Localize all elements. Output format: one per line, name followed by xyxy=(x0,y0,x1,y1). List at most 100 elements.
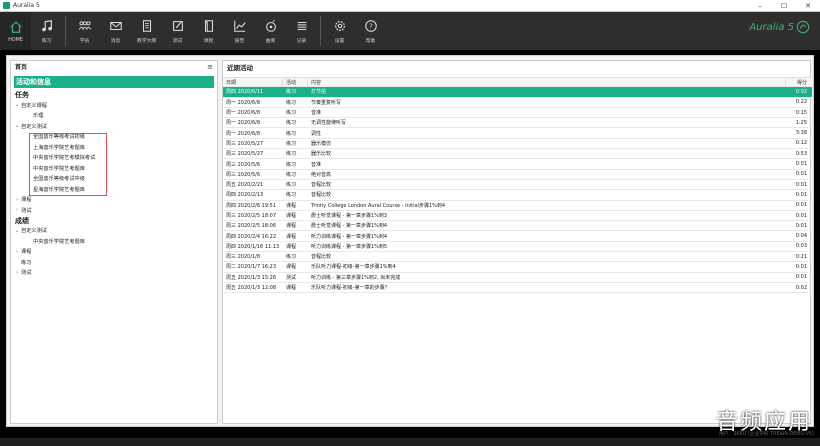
table-row[interactable]: 周三 2020/2/5 18:07 课程 爵士听觉课程 - 第一章步骤1%到3 0:0… xyxy=(223,211,812,222)
cell-score: 1:25 xyxy=(795,119,807,126)
tree-item[interactable]: › 课程 xyxy=(11,247,217,258)
toolbar-separator xyxy=(65,16,66,46)
column-activity-header[interactable]: 活动 xyxy=(283,78,308,86)
tree-item[interactable]: › 测试 xyxy=(11,268,217,279)
cell-score: 0:01 xyxy=(795,274,807,281)
toolbar-settings[interactable]: 设置 xyxy=(324,12,355,50)
results-heading: 成绩 xyxy=(15,216,29,225)
window-title: Auralia 5 xyxy=(13,2,40,9)
cell-score: 0:01 xyxy=(795,171,807,178)
tree-toggle-icon[interactable]: › xyxy=(13,197,21,203)
mail-icon xyxy=(109,21,122,30)
cell-activity: 练习 xyxy=(286,99,297,106)
table-row[interactable]: 周三 2020/2/5 18:06 课程 爵士听觉课程 - 第一章步骤1%到4 0:0… xyxy=(223,221,812,232)
panel-menu-icon[interactable]: ≡ xyxy=(207,63,213,71)
cell-score: 0:21 xyxy=(795,253,807,260)
table-row[interactable]: 周四 2020/2/13 练习 音程比较 0:01 xyxy=(223,190,812,201)
tree-item[interactable]: › 课程 xyxy=(11,195,217,206)
tree-item[interactable]: ⌄ 自定义课程 xyxy=(11,100,217,111)
table-row[interactable]: 周四 2020/6/11 练习 打节拍 0:02 xyxy=(223,87,812,98)
tree-toggle-icon[interactable]: › xyxy=(13,207,21,213)
results-tree: ⌄ 自定义测试 中央音乐学院艺考题库 › 课程 练习 › 测试 xyxy=(11,226,217,279)
cell-activity: 练习 xyxy=(286,140,297,147)
tree-toggle-icon[interactable]: ⌄ xyxy=(13,123,21,129)
recent-activity-panel: 近期活动 日期 活动 内容 得分 周四 2020/6/11 练习 打节拍 0:02 周一… xyxy=(222,60,812,424)
maximize-button[interactable]: ☐ xyxy=(772,0,796,12)
cell-date: 周三 2020/5/27 xyxy=(226,140,264,147)
column-score-header[interactable]: 得分 xyxy=(786,79,810,86)
tree-toggle-icon[interactable]: › xyxy=(13,270,21,276)
table-row[interactable]: 周三 2020/5/27 练习 器乐比较 0:53 xyxy=(223,149,812,160)
tree-item[interactable]: ⌄ 自定义测试 xyxy=(11,226,217,237)
toolbar-messages[interactable]: 消息 xyxy=(100,12,131,50)
table-row[interactable]: 周一 2020/6/8 练习 无调性旋律听写 1:25 xyxy=(223,118,812,129)
table-row[interactable]: 周五 2020/1/3 15:26 测试 听力训练 - 第三章步骤1%到2, 尚未完… xyxy=(223,273,812,283)
toolbar-course[interactable]: 课程 xyxy=(193,12,224,50)
toolbar-records[interactable]: 记录 xyxy=(286,12,317,50)
cell-date: 周五 2020/1/3 12:08 xyxy=(226,285,277,292)
test-icon xyxy=(172,20,183,31)
tree-item-label: 练习 xyxy=(21,259,32,266)
toolbar-test[interactable]: 测试 xyxy=(162,12,193,50)
cell-content: 听力训练 - 第三章步骤1%到2, 尚未完成 xyxy=(311,274,401,281)
toolbar-students[interactable]: 学员 xyxy=(69,12,100,50)
cell-date: 周二 2020/1/7 16:23 xyxy=(226,264,277,271)
tree-item[interactable]: ⌄ 自定义测试 xyxy=(11,121,217,132)
tree-item[interactable]: › 测试 xyxy=(11,205,217,216)
minimize-button[interactable]: – xyxy=(748,0,772,12)
toolbar-home[interactable]: HOME xyxy=(0,12,31,50)
table-row[interactable]: 周三 2020/5/6 练习 绝对音高 0:01 xyxy=(223,170,812,180)
home-icon xyxy=(9,20,22,33)
toolbar-report[interactable]: 报告 xyxy=(224,12,255,50)
cell-score: 0:01 xyxy=(795,212,807,219)
activity-table: 日期 活动 内容 得分 周四 2020/6/11 练习 打节拍 0:02 周一 2020… xyxy=(223,77,812,424)
table-row[interactable]: 周四 2020/2/6 19:51 课程 Trinity College Londo… xyxy=(223,201,812,211)
table-row[interactable]: 周一 2020/6/8 练习 调性 3:38 xyxy=(223,128,812,139)
cell-content: 打节拍 xyxy=(311,89,327,96)
table-header: 日期 活动 内容 得分 xyxy=(223,77,812,88)
toolbar-help[interactable]: ? 帮助 xyxy=(355,12,386,50)
cell-date: 周四 2020/2/6 19:51 xyxy=(226,202,277,209)
cell-activity: 课程 xyxy=(286,285,297,292)
recent-activity-title: 近期活动 xyxy=(227,63,253,72)
table-row[interactable]: 周一 2020/6/8 练习 音准 0:15 xyxy=(223,108,812,119)
tree-toggle-icon[interactable]: › xyxy=(13,249,21,255)
activity-info-item[interactable]: 活动和信息 xyxy=(14,76,214,88)
tree-item[interactable]: 练习 xyxy=(11,257,217,268)
toolbar-practice[interactable]: 练习 xyxy=(31,12,62,50)
cell-date: 周三 2020/2/5 18:06 xyxy=(226,223,277,230)
cell-activity: 练习 xyxy=(286,130,297,137)
cell-activity: 练习 xyxy=(286,110,297,117)
table-row[interactable]: 周三 2020/5/27 练习 器乐模仿 0:12 xyxy=(223,139,812,150)
cell-score: 0:01 xyxy=(795,202,807,209)
table-row[interactable]: 周二 2020/1/7 16:23 课程 乐队听力课程-初级-第一章步骤1%到4 0:… xyxy=(223,262,812,273)
tree-toggle-icon[interactable]: ⌄ xyxy=(13,228,21,234)
close-button[interactable]: ✕ xyxy=(796,0,820,12)
cell-date: 周三 2020/5/27 xyxy=(226,151,264,158)
tree-item[interactable]: 中央音乐学院艺考题库 xyxy=(11,236,217,247)
column-date-header[interactable]: 日期 xyxy=(223,78,283,86)
cell-content: 器乐模仿 xyxy=(311,140,332,147)
taskbar xyxy=(0,438,820,446)
table-row[interactable]: 周三 2020/1/8 练习 音程比较 0:21 xyxy=(223,252,812,263)
toolbar-syllabus[interactable]: 教学大纲 xyxy=(131,12,162,50)
tree-toggle-icon[interactable]: ⌄ xyxy=(13,102,21,108)
cell-activity: 练习 xyxy=(286,192,297,199)
table-row[interactable]: 周四 2020/2/4 16:22 课程 听力训练课程 - 第一章步骤1%到4 0:0… xyxy=(223,231,812,242)
cell-date: 周五 2020/2/21 xyxy=(226,182,264,189)
column-content-header[interactable]: 内容 xyxy=(308,78,786,86)
tree-item[interactable]: 乐理 xyxy=(11,111,217,122)
table-row[interactable]: 周一 2020/6/8 练习 节奏重复听写 0:22 xyxy=(223,98,812,108)
toolbar-help-label: 帮助 xyxy=(365,38,376,44)
report-chart-icon xyxy=(233,20,246,32)
cell-score: 0:01 xyxy=(795,263,807,270)
table-row[interactable]: 周三 2020/5/6 练习 音准 0:01 xyxy=(223,159,812,170)
main-area: 首页 ≡ 活动和信息 任务 ⌄ 自定义课程 乐理 ⌄ 自定义测试 全国音乐等级考试初级 上海… xyxy=(6,55,814,427)
cell-content: 乐队听力课程-初级-第一章步骤1%到4 xyxy=(311,264,396,271)
toolbar-library[interactable]: 曲库 xyxy=(255,12,286,50)
highlight-box xyxy=(29,133,107,196)
table-row[interactable]: 周四 2020/1/16 11:13 课程 听力训练课程 - 第一章步骤1%到5 0:… xyxy=(223,242,812,253)
syllabus-icon xyxy=(142,19,151,32)
table-row[interactable]: 周五 2020/2/21 练习 音程比较 0:01 xyxy=(223,180,812,191)
table-row[interactable]: 周五 2020/1/3 12:08 课程 乐队听力课程-初级-第一章的步骤？ 0:02 xyxy=(223,283,812,294)
